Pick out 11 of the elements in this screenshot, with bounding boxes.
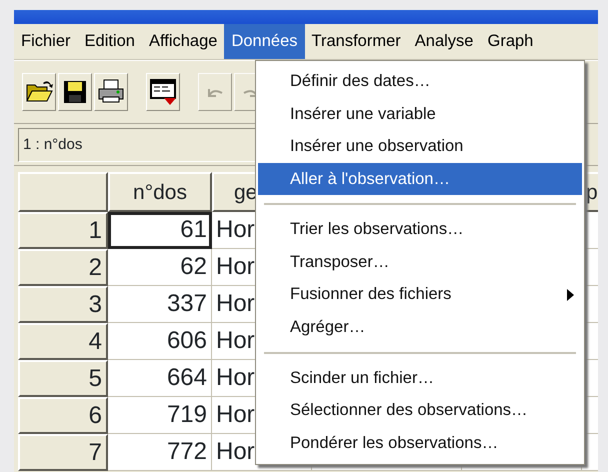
menu-item-label: Scinder un fichier… <box>290 368 434 389</box>
menu-item-label: Aller à l'observation… <box>290 168 450 190</box>
menu-item-label: Insérer une observation <box>290 136 464 158</box>
menu-item-label: Pondérer les observations… <box>290 432 498 454</box>
menu-item-label: Fusionner des fichiers <box>290 284 452 306</box>
menu-item-label: Insérer une variable <box>290 104 436 125</box>
menu-item-label: Sélectionner des observations… <box>290 400 528 422</box>
menu-item-label: Trier les observations… <box>290 219 464 240</box>
menu-item-label: Transposer… <box>290 252 390 273</box>
menu-item-label: Définir des dates… <box>290 70 430 92</box>
menu-item-label: Agréger… <box>290 317 366 338</box>
